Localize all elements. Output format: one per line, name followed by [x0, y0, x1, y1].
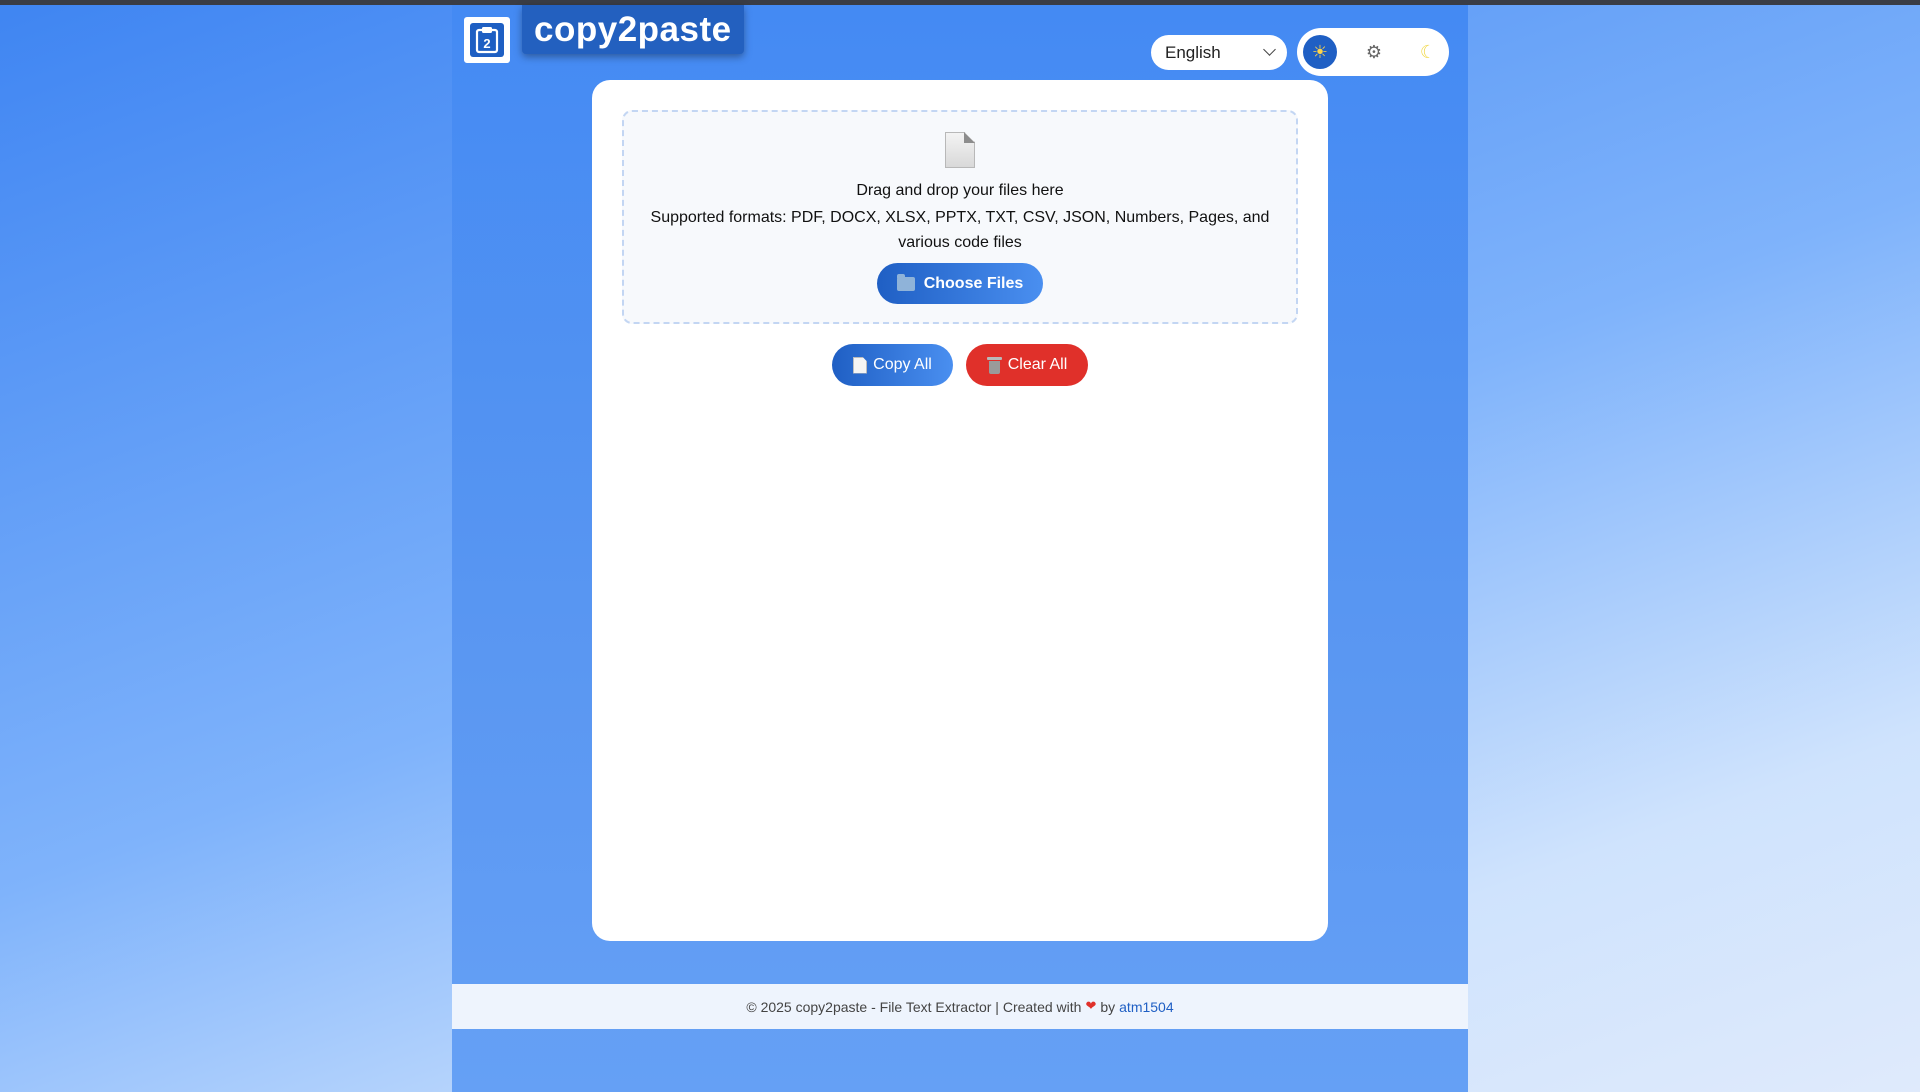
footer-by: by — [1100, 998, 1116, 1015]
theme-toggle: ☀ ⚙ ☾ — [1297, 28, 1449, 76]
chevron-down-icon — [1263, 43, 1276, 56]
supported-formats-text: Supported formats: PDF, DOCX, XLSX, PPTX… — [650, 209, 1270, 251]
document-icon — [853, 356, 868, 374]
light-theme-button[interactable]: ☀ — [1303, 35, 1337, 69]
choose-files-button[interactable]: Choose Files — [877, 263, 1043, 304]
language-select[interactable]: English — [1151, 35, 1287, 70]
clear-all-label: Clear All — [1007, 356, 1068, 373]
folder-icon — [896, 273, 915, 291]
copy-all-button[interactable]: Copy All — [832, 344, 953, 386]
document-icon — [945, 132, 975, 168]
sun-icon: ☀ — [1311, 41, 1329, 63]
choose-files-label: Choose Files — [923, 274, 1024, 292]
system-theme-button[interactable]: ⚙ — [1357, 35, 1391, 69]
heart-icon: ❤ — [1085, 999, 1097, 1014]
author-link[interactable]: atm1504 — [1119, 999, 1173, 1015]
file-dropzone[interactable]: Drag and drop your files here Supported … — [622, 110, 1298, 324]
moon-icon: ☾ — [1419, 41, 1437, 63]
dropzone-title: Drag and drop your files here — [856, 182, 1064, 199]
language-selected-value: English — [1165, 42, 1221, 62]
copy-all-label: Copy All — [873, 356, 932, 373]
app-logo[interactable]: 2 — [464, 17, 510, 63]
trash-icon — [986, 356, 1002, 374]
dark-theme-button[interactable]: ☾ — [1411, 35, 1445, 69]
main-card: Drag and drop your files here Supported … — [592, 80, 1328, 941]
brand-title: copy2paste — [534, 9, 732, 49]
action-buttons: Copy All Clear All — [592, 344, 1328, 386]
footer: © 2025 copy2paste - File Text Extractor … — [452, 984, 1468, 1029]
app-column: 2 copy2paste English ☀ ⚙ ☾ Drag and drop… — [452, 5, 1468, 1092]
svg-text:2: 2 — [483, 36, 490, 51]
gear-icon: ⚙ — [1365, 41, 1383, 63]
footer-text: © 2025 copy2paste - File Text Extractor … — [746, 998, 1082, 1015]
brand-title-box: copy2paste — [522, 5, 744, 54]
clear-all-button[interactable]: Clear All — [966, 344, 1088, 386]
clipboard-icon: 2 — [470, 23, 504, 57]
